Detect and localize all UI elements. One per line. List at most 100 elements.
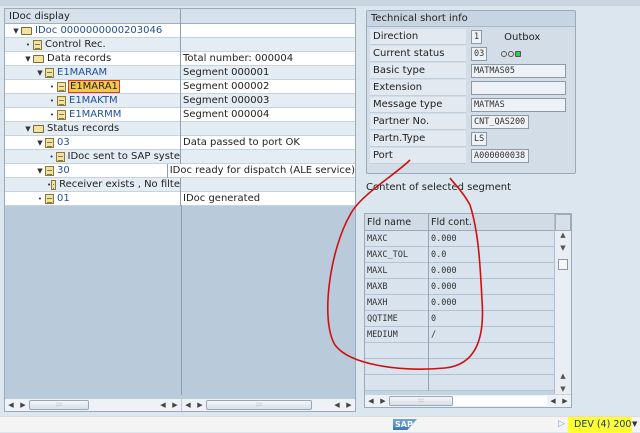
document-icon bbox=[45, 165, 54, 176]
tree-node-label[interactable]: Receiver exists , No filte bbox=[59, 179, 180, 190]
tree-node-value: Segment 000002 bbox=[183, 81, 270, 92]
expand-arrow-icon[interactable]: ▼ bbox=[23, 55, 33, 63]
tree-row[interactable]: • Control Rec. bbox=[5, 37, 355, 52]
segment-row[interactable]: MAXH 0.000 bbox=[365, 294, 554, 311]
tree-node[interactable]: • E1MARA1 bbox=[5, 79, 181, 94]
idoc-tree: IDoc display ▼ IDoc 0000000000203046 • Cont… bbox=[4, 8, 356, 412]
segment-row[interactable]: QQTIME 0 bbox=[365, 310, 554, 327]
tree-node-label[interactable]: Data records bbox=[47, 53, 111, 64]
field-name: MAXH bbox=[365, 294, 429, 311]
tree-header-label: IDoc display bbox=[5, 8, 181, 24]
tree-node-label[interactable]: 03 bbox=[57, 137, 70, 148]
expand-arrow-icon[interactable]: ▼ bbox=[35, 139, 45, 147]
field-content: 0.000 bbox=[431, 233, 457, 244]
status-bar: SAP ▷ DEV (4) 200 ▼ bbox=[0, 416, 640, 433]
tree-row[interactable]: ▼ E1MARAM Segment 000001 bbox=[5, 65, 355, 80]
chevron-down-icon[interactable]: ▼ bbox=[632, 420, 637, 428]
tree-node[interactable]: • Control Rec. bbox=[5, 37, 181, 52]
tree-node[interactable]: • IDoc sent to SAP syste bbox=[5, 149, 181, 164]
tree-node[interactable]: • E1MAKTM bbox=[5, 93, 181, 108]
message-type-label: Message type bbox=[370, 97, 466, 113]
tree-row[interactable]: • E1MARA1 Segment 000002 bbox=[5, 79, 355, 94]
tree-node-label[interactable]: E1MAKTM bbox=[69, 95, 118, 106]
segment-row[interactable] bbox=[365, 358, 554, 375]
tree-node-value: Segment 000001 bbox=[183, 67, 270, 78]
folder-icon bbox=[33, 124, 44, 133]
bullet-icon: • bbox=[49, 152, 54, 161]
tree-row[interactable]: ▼ Data records Total number: 000004 bbox=[5, 51, 355, 66]
bullet-icon: • bbox=[25, 40, 31, 49]
tree-node[interactable]: ▼ 30 bbox=[5, 163, 168, 178]
tree-row[interactable]: ▼ IDoc 0000000000203046 bbox=[5, 23, 355, 38]
info-title: Technical short info bbox=[367, 11, 575, 27]
scroll-up-icon[interactable]: ▲ bbox=[555, 231, 571, 244]
tree-node-label[interactable]: Control Rec. bbox=[45, 39, 106, 50]
tree-node[interactable]: ▼ 03 bbox=[5, 135, 181, 150]
port-label: Port bbox=[370, 148, 466, 164]
tree-row[interactable]: • Receiver exists , No filte bbox=[5, 177, 355, 192]
segment-table: Fld name Fld cont. MAXC 0.000 MAXC_TOL 0.0 M… bbox=[364, 213, 572, 408]
tree-row[interactable]: • E1MARMM Segment 000004 bbox=[5, 107, 355, 122]
segment-row[interactable]: MEDIUM / bbox=[365, 326, 554, 343]
field-name: MEDIUM bbox=[365, 326, 429, 343]
tree-node[interactable]: • Receiver exists , No filte bbox=[5, 177, 181, 192]
segment-row[interactable]: MAXC_TOL 0.0 bbox=[365, 246, 554, 263]
tree-row[interactable]: • IDoc sent to SAP syste bbox=[5, 149, 355, 164]
partn-type-label: Partn.Type bbox=[370, 131, 466, 147]
col-fld-cont[interactable]: Fld cont. bbox=[429, 217, 472, 228]
segment-row[interactable]: MAXB 0.000 bbox=[365, 278, 554, 295]
tree-row[interactable]: ▼ 30 IDoc ready for dispatch (ALE service) bbox=[5, 163, 355, 178]
tree-hscroll-left[interactable]: ◀ ▶::: ◀ ▶ bbox=[5, 399, 181, 411]
tree-row[interactable]: ▼ Status records bbox=[5, 121, 355, 136]
expand-arrow-icon[interactable]: ▼ bbox=[11, 27, 21, 35]
tree-node-label[interactable]: IDoc 0000000000203046 bbox=[35, 25, 162, 36]
tree-row[interactable]: • E1MAKTM Segment 000003 bbox=[5, 93, 355, 108]
tree-node[interactable]: ▼ E1MARAM bbox=[5, 65, 181, 80]
segment-row[interactable] bbox=[365, 342, 554, 359]
status-field[interactable]: 03 bbox=[471, 47, 488, 61]
tree-node[interactable]: • 01 bbox=[5, 191, 181, 206]
tree-node[interactable]: • E1MARMM bbox=[5, 107, 181, 122]
port-field[interactable]: A000000038 bbox=[471, 149, 529, 163]
scroll-up-icon[interactable]: ▲ bbox=[555, 372, 571, 385]
message-type-field[interactable]: MATMAS bbox=[471, 98, 566, 112]
field-name: MAXL bbox=[365, 262, 429, 279]
column-settings-button[interactable] bbox=[555, 214, 571, 231]
segment-row[interactable]: MAXC 0.000 bbox=[365, 230, 554, 247]
extension-field[interactable] bbox=[471, 81, 566, 95]
basic-type-field[interactable]: MATMAS05 bbox=[471, 64, 566, 78]
tree-node[interactable]: ▼ Status records bbox=[5, 121, 181, 136]
tree-node-label[interactable]: E1MARA1 bbox=[68, 80, 120, 93]
partner-no-field[interactable]: CNT_QAS200 bbox=[471, 115, 529, 129]
field-name: MAXC_TOL bbox=[365, 246, 429, 263]
tree-row[interactable]: • 01 IDoc generated bbox=[5, 191, 355, 206]
tree-node-label[interactable]: 30 bbox=[57, 165, 70, 176]
tree-node[interactable]: ▼ IDoc 0000000000203046 bbox=[5, 23, 181, 38]
tree-hscroll-right[interactable]: ◀ ▶::: ◀ ▶ bbox=[182, 399, 355, 411]
direction-field[interactable]: 1 bbox=[471, 30, 483, 44]
expand-arrow-icon[interactable]: ▼ bbox=[35, 167, 45, 175]
system-info[interactable]: DEV (4) 200 bbox=[568, 417, 632, 433]
tree-row[interactable]: ▼ 03 Data passed to port OK bbox=[5, 135, 355, 150]
segment-row[interactable]: MAXL 0.000 bbox=[365, 262, 554, 279]
tree-node-label[interactable]: E1MARMM bbox=[69, 109, 121, 120]
segment-vscroll[interactable]: ▲ ▼ ▲ ▼ bbox=[554, 214, 571, 394]
direction-label: Direction bbox=[370, 29, 466, 45]
basic-type-label: Basic type bbox=[370, 63, 466, 79]
tree-node-label[interactable]: 01 bbox=[57, 193, 70, 204]
scroll-thumb[interactable] bbox=[558, 259, 568, 270]
partn-type-field[interactable]: LS bbox=[471, 132, 487, 146]
play-icon[interactable]: ▷ bbox=[558, 419, 565, 429]
tree-node[interactable]: ▼ Data records bbox=[5, 51, 181, 66]
scroll-down-icon[interactable]: ▼ bbox=[555, 244, 571, 257]
document-icon bbox=[33, 39, 42, 50]
tree-node-label[interactable]: IDoc sent to SAP syste bbox=[68, 151, 180, 162]
tree-node-label[interactable]: E1MARAM bbox=[57, 67, 107, 78]
tree-node-value: Segment 000003 bbox=[183, 95, 270, 106]
col-fld-name[interactable]: Fld name bbox=[365, 213, 429, 231]
expand-arrow-icon[interactable]: ▼ bbox=[35, 69, 45, 77]
tree-node-label[interactable]: Status records bbox=[47, 123, 119, 134]
segment-hscroll[interactable]: ◀ ▶::: ◀ ▶ bbox=[365, 395, 571, 407]
segment-row[interactable] bbox=[365, 374, 554, 391]
expand-arrow-icon[interactable]: ▼ bbox=[23, 125, 33, 133]
